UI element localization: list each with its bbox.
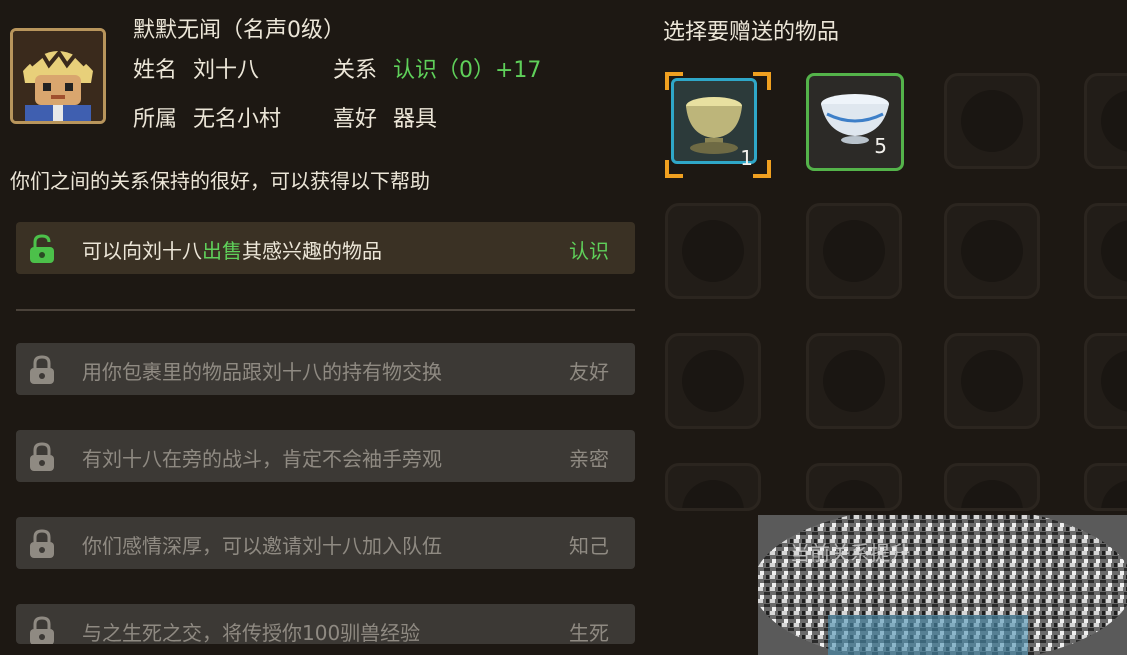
divider xyxy=(16,309,635,311)
hobby-value: 器具 xyxy=(393,107,438,132)
help-item-invite[interactable]: 你们感情深厚，可以邀请刘十八加入队伍 知己 xyxy=(16,517,635,569)
help-item-trade[interactable]: 用你包裹里的物品跟刘十八的持有物交换 友好 xyxy=(16,343,635,395)
faction-value: 无名小村 xyxy=(193,107,282,132)
name-label: 姓名 xyxy=(133,58,178,83)
bronze-bowl-icon xyxy=(686,97,742,154)
help-item-sell[interactable]: 可以向刘十八出售其感兴趣的物品 认识 xyxy=(16,222,635,274)
empty-slot[interactable] xyxy=(944,333,1040,429)
empty-slot[interactable] xyxy=(806,463,902,511)
empty-slot[interactable] xyxy=(665,463,761,511)
empty-slot[interactable] xyxy=(944,463,1040,511)
help-level: 认识 xyxy=(569,239,609,263)
item-count: 5 xyxy=(874,134,887,158)
empty-slot[interactable] xyxy=(806,203,902,299)
empty-slot[interactable] xyxy=(806,333,902,429)
unlocked-lock-icon xyxy=(30,234,54,263)
lock-icon xyxy=(30,442,54,471)
help-text: 与之生死之交，将传授你100驯兽经验 xyxy=(82,621,421,644)
item-count: 1 xyxy=(740,146,753,170)
help-text: 用你包裹里的物品跟刘十八的持有物交换 xyxy=(82,360,442,384)
lock-icon xyxy=(30,355,54,384)
help-text-highlight: 出售 xyxy=(202,239,242,263)
character-portrait xyxy=(10,28,106,124)
lock-icon xyxy=(30,616,54,644)
lock-icon xyxy=(30,529,54,558)
help-level: 友好 xyxy=(569,360,609,384)
noise-pattern xyxy=(758,515,1127,655)
empty-slot[interactable] xyxy=(665,203,761,299)
faction-label: 所属 xyxy=(133,107,178,132)
relation-value: 认识（0）+17 xyxy=(393,58,542,83)
empty-slot[interactable] xyxy=(1084,333,1127,429)
help-text-after: 其感兴趣的物品 xyxy=(242,239,382,263)
help-item-battle[interactable]: 有刘十八在旁的战斗，肯定不会袖手旁观 亲密 xyxy=(16,430,635,482)
relation-label: 关系 xyxy=(333,58,378,83)
help-text: 你们感情深厚，可以邀请刘十八加入队伍 xyxy=(82,534,442,558)
empty-slot[interactable] xyxy=(1084,203,1127,299)
gift-item-slot-1[interactable]: 1 xyxy=(665,72,771,178)
empty-slot[interactable] xyxy=(665,333,761,429)
obscured-panel: 当前关系提升 xyxy=(758,515,1127,655)
help-item-teach[interactable]: 与之生死之交，将传授你100驯兽经验 生死 xyxy=(16,604,635,644)
empty-slot[interactable] xyxy=(1084,463,1127,511)
name-value: 刘十八 xyxy=(193,58,260,83)
gift-item-slot-2[interactable]: 5 xyxy=(806,73,904,171)
help-level: 知己 xyxy=(569,534,609,558)
reputation-title: 默默无闻（名声0级） xyxy=(133,18,345,43)
hobby-label: 喜好 xyxy=(333,107,378,132)
help-text-before: 可以向刘十八 xyxy=(82,239,202,263)
relationship-intro: 你们之间的关系保持的很好，可以获得以下帮助 xyxy=(10,169,430,193)
help-text: 有刘十八在旁的战斗，肯定不会袖手旁观 xyxy=(82,447,442,471)
empty-slot[interactable] xyxy=(944,203,1040,299)
help-level: 生死 xyxy=(569,621,609,644)
empty-slot[interactable] xyxy=(944,73,1040,169)
gift-title: 选择要赠送的物品 xyxy=(663,20,840,45)
obscured-label: 当前关系提升 xyxy=(790,541,910,565)
help-level: 亲密 xyxy=(569,447,609,471)
empty-slot[interactable] xyxy=(1084,73,1127,169)
